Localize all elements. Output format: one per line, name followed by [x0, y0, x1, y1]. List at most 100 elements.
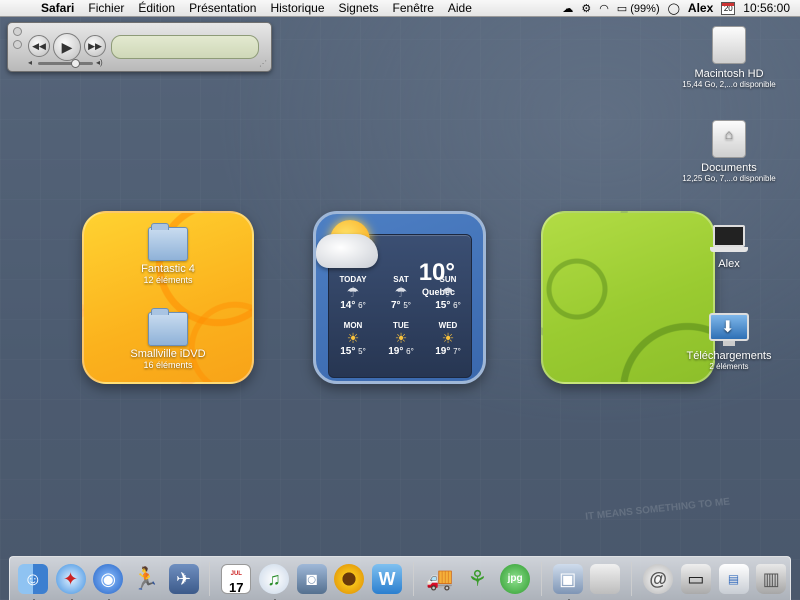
forecast-temps: 19° 7° — [426, 346, 470, 357]
dock: ☺ ✦ ◉ 🏃 ✈ JUL 17 ♫ ◙ W 🚚 ⚘ jpg ▣ @ ▭ ▤ ▥ — [9, 556, 791, 600]
desktop-item-info: 2 éléments — [709, 362, 749, 371]
menu-edition[interactable]: Édition — [131, 1, 182, 15]
download-monitor-icon: ⬇ — [709, 313, 749, 347]
forecast-high: 15° — [435, 300, 451, 311]
dock-finder[interactable]: ☺ — [16, 561, 50, 600]
truck-icon: 🚚 — [426, 565, 454, 591]
calendar-day: 17 — [229, 579, 244, 595]
dock-iweb[interactable]: W — [370, 561, 404, 597]
dock-separator — [412, 561, 414, 596]
forecast-day-name: SAT — [393, 275, 409, 284]
partly-sunny-icon: ☀ — [346, 330, 360, 346]
stamp-icon: ✈ — [168, 563, 199, 594]
menu-historique[interactable]: Historique — [263, 1, 331, 15]
calendar-menu-icon[interactable]: 20 — [721, 1, 736, 15]
volume-low-icon: ◂ — [28, 58, 33, 67]
menubar-clock[interactable]: 10:56:00 — [743, 1, 790, 15]
resize-grip-icon[interactable]: ⋰ — [259, 59, 267, 68]
folder-widget-orange[interactable]: Fantastic 4 12 éléments Smallville iDVD … — [82, 211, 254, 384]
desktop-alex[interactable]: Alex — [669, 225, 789, 270]
window-icon: ▤ — [718, 563, 749, 594]
dock-delivery-truck[interactable]: 🚚 — [423, 561, 457, 597]
folder-smallville-idvd[interactable]: Smallville iDVD 16 éléments — [84, 308, 252, 370]
dock-apple-app[interactable] — [589, 561, 623, 597]
forecast-day: MON ☀ 15° 5° — [331, 321, 375, 357]
play-button[interactable]: ▶ — [53, 33, 81, 61]
dock-ichat[interactable]: ◉ — [91, 561, 125, 600]
trash-icon: ▥ — [756, 563, 787, 594]
volume-knob[interactable] — [71, 59, 80, 68]
partly-sunny-icon: ☀ — [441, 330, 455, 346]
desktop-macintosh-hd[interactable]: Macintosh HD 15,44 Go, 2,...o disponible — [669, 26, 789, 89]
dock-preview[interactable]: ▣ — [551, 561, 585, 600]
desktop-item-info: 12,25 Go, 7,...o disponible — [682, 174, 776, 183]
forecast-day-name: WED — [438, 321, 458, 330]
calendar-month: JUL — [230, 570, 242, 577]
jpg-icon: jpg — [500, 563, 531, 594]
desktop-item-name: Alex — [718, 258, 740, 270]
sync-icon[interactable]: ☁ — [562, 2, 573, 15]
dock-ical[interactable]: JUL 17 — [219, 561, 253, 597]
folder-icon — [148, 223, 188, 261]
user-name[interactable]: Alex — [688, 1, 713, 15]
dock-safari[interactable]: ✦ — [54, 561, 88, 600]
menu-fichier[interactable]: Fichier — [81, 1, 131, 15]
dock-itunes[interactable]: ♫ — [257, 561, 291, 600]
menu-presentation[interactable]: Présentation — [182, 1, 263, 15]
forecast-low: 6° — [406, 347, 414, 356]
dock-jpg-tool[interactable]: jpg — [498, 561, 532, 597]
dock-trash[interactable]: ▥ — [754, 561, 788, 597]
preview-icon: ▣ — [552, 563, 583, 594]
volume-slider[interactable] — [38, 59, 93, 68]
close-button[interactable] — [13, 27, 22, 36]
dock-separator — [209, 561, 211, 596]
zoom-button[interactable] — [13, 40, 22, 49]
menu-signets[interactable]: Signets — [332, 1, 386, 15]
forecast-low: 6° — [358, 301, 366, 310]
dock-mail[interactable]: @ — [641, 561, 675, 597]
next-track-button[interactable]: ▶▶ — [84, 35, 106, 57]
desktop-telechargements[interactable]: ⬇ Téléchargements 2 éléments — [669, 313, 789, 371]
menu-fenetre[interactable]: Fenêtre — [386, 1, 441, 15]
menu-app-safari[interactable]: Safari — [34, 1, 81, 15]
dock-minimized-window[interactable]: ▤ — [717, 561, 751, 597]
dock-minimized-laptop[interactable]: ▭ — [679, 561, 713, 597]
dock-aim[interactable]: 🏃 — [129, 561, 163, 597]
laptop-icon: ▭ — [680, 563, 711, 594]
jpg-label: jpg — [507, 572, 523, 584]
gear-icon[interactable]: ⚙ — [581, 2, 591, 15]
desktop-item-info: 15,44 Go, 2,...o disponible — [682, 80, 776, 89]
wifi-icon[interactable]: ◠ — [599, 2, 609, 15]
desktop-documents[interactable]: ⌂ Documents 12,25 Go, 7,...o disponible — [669, 120, 789, 183]
folder-item-count: 12 éléments — [143, 275, 193, 285]
dock-utility[interactable]: ⚘ — [461, 561, 495, 597]
battery-status[interactable]: ▭ (99%) — [617, 2, 660, 15]
dock-mail-stamp[interactable]: ✈ — [167, 561, 201, 597]
menu-extras: ☁ ⚙ ◠ ▭ (99%) ◯ Alex 20 10:56:00 — [562, 1, 800, 15]
forecast-high: 19° — [388, 346, 404, 357]
previous-track-button[interactable]: ◀◀ — [28, 35, 50, 57]
partly-sunny-icon: ☀ — [394, 330, 408, 346]
desktop-item-name: Téléchargements — [686, 350, 772, 362]
forecast-day: TUE ☀ 19° 6° — [379, 321, 423, 357]
dock-iphoto[interactable]: ◙ — [295, 561, 329, 597]
cloud-icon — [316, 234, 378, 268]
dock-separator — [540, 561, 542, 596]
player-display — [111, 35, 259, 59]
forecast-day: WED ☀ 19° 7° — [426, 321, 470, 357]
forecast-temps: 7° 5° — [379, 300, 423, 311]
rain-cloud-icon: ☂ — [394, 284, 408, 300]
ichat-status-icon[interactable]: ◯ — [668, 2, 680, 15]
dock-sunflower[interactable] — [333, 561, 367, 597]
rain-cloud-icon: ☂ — [346, 284, 360, 300]
menu-aide[interactable]: Aide — [441, 1, 479, 15]
forecast-day-name: MON — [343, 321, 363, 330]
weather-widget[interactable]: 10° Quebec TODAY ☂ 14° 6° SAT ☂ 7° 5° SU… — [313, 211, 486, 384]
forecast-temps: 19° 6° — [379, 346, 423, 357]
battery-icon: ▭ — [616, 2, 628, 15]
folder-fantastic-4[interactable]: Fantastic 4 12 éléments — [84, 223, 252, 285]
forecast-day: SUN ☂ 15° 6° — [426, 275, 470, 311]
itunes-mini-player: ◀◀ ▶ ▶▶ ◂ ◂) ⋰ — [7, 22, 272, 72]
forecast-high: 14° — [340, 300, 356, 311]
dock-separator — [631, 561, 633, 596]
